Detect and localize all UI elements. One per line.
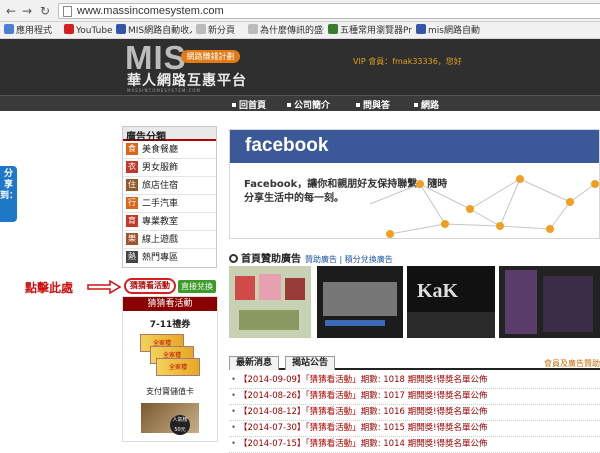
bookmark-article[interactable]: 為什麼傳訊的盛況... [248, 24, 324, 37]
list-item[interactable]: • 【2014-07-15】「猜猜看活動」期數: 1014 期開獎!得獎名單公佈 [229, 437, 600, 453]
ad-banner[interactable] [499, 266, 600, 338]
category-item-games[interactable]: 樂線上遊戲 [123, 231, 216, 249]
category-item-hot[interactable]: 熱熱門專區 [123, 249, 216, 267]
voucher-image: 全家禮 全家禮 全家禮 [140, 334, 200, 376]
card-label: 支付寶儲值卡 [146, 387, 194, 396]
list-item[interactable]: • 【2014-08-26】「猜猜看活動」期數: 1017 期開獎!得獎名單公佈 [229, 389, 600, 405]
social-network-illustration [369, 175, 599, 238]
site-domain: MASSINCOMESYSTEM.COM [127, 88, 201, 93]
car-icon: 行 [126, 197, 138, 209]
browser-toolbar: ← → ↻ www.massincomesystem.com [0, 0, 600, 22]
voucher-ticket: 全家禮 [156, 358, 200, 376]
menu-network[interactable]: 網路 [414, 98, 439, 111]
promo-title: 猜猜看活動 [123, 297, 217, 311]
bookmark-browsers[interactable]: 五種常用瀏覽器Pro... [328, 24, 412, 37]
menu-faq[interactable]: 問與答 [356, 98, 390, 111]
bookmark-apps[interactable]: 應用程式 [4, 24, 60, 37]
sponsor-header: 首頁贊助廣告 贊助廣告 | 積分兌換廣告 [229, 250, 393, 265]
click-here-callout: 點擊此處 [25, 281, 74, 295]
tab-latest-news[interactable]: 最新消息 [229, 356, 280, 370]
url-text: www.massincomesystem.com [77, 5, 224, 17]
category-item-cars[interactable]: 行二手汽車 [123, 195, 216, 213]
facebook-header-bar: facebook [230, 130, 599, 163]
guess-activity-panel[interactable]: 猜猜看活動 7-11禮券 全家禮 全家禮 全家禮 支付寶儲值卡 人氣榜 50元 [122, 296, 218, 442]
arrow-right-icon [87, 280, 122, 294]
ad-banner[interactable] [229, 266, 311, 338]
category-item-education[interactable]: 育專業教室 [123, 213, 216, 231]
voucher-label: 7-11禮券 [149, 320, 191, 330]
bookmarks-bar: 應用程式 YouTube MIS網路自動收入系... 新分頁 為什麼傳訊的盛況.… [0, 22, 600, 39]
sponsor-title: 首頁贊助廣告 [241, 254, 301, 265]
tab-announcements[interactable]: 揭站公告 [285, 356, 336, 370]
news-list: • 【2014-09-09】「猜猜看活動」期數: 1018 期開獎!得獎名單公佈 … [229, 373, 600, 453]
bookmark-mis-2[interactable]: mis網路自動 [416, 24, 486, 37]
logo-tag: 網路賺錢計劃 [181, 50, 240, 63]
ad-banner[interactable] [317, 266, 403, 338]
member-sponsor-note[interactable]: 會員及廣告贊助 [544, 358, 600, 369]
back-icon[interactable]: ← [4, 4, 18, 18]
hot-icon: 熱 [126, 251, 138, 263]
sponsor-icon [229, 254, 238, 263]
bookmark-youtube[interactable]: YouTube [64, 24, 114, 37]
category-item-hotel[interactable]: 住旅店住宿 [123, 177, 216, 195]
game-icon: 樂 [126, 233, 138, 245]
vip-greeting: VIP 會員：fmak33336，您好 [353, 57, 462, 66]
direct-exchange-button[interactable]: 直接兌換 [178, 280, 216, 293]
list-item[interactable]: • 【2014-09-09】「猜猜看活動」期數: 1018 期開獎!得獎名單公佈 [229, 373, 600, 389]
main-menu: 回首頁 公司簡介 問與答 網路 [0, 95, 600, 111]
news-tabs: 最新消息 揭站公告 會員及廣告贊助 [229, 356, 600, 370]
list-item[interactable]: • 【2014-08-12】「猜猜看活動」期數: 1016 期開獎!得獎名單公佈 [229, 405, 600, 421]
food-icon: 食 [126, 143, 138, 155]
menu-about[interactable]: 公司簡介 [287, 98, 330, 111]
category-box: 廣告分類 食美食餐廳 衣男女服飾 住旅店住宿 行二手汽車 育專業教室 樂線上遊戲… [122, 126, 217, 268]
category-title: 廣告分類 [123, 127, 216, 143]
education-icon: 育 [126, 215, 138, 227]
forward-icon[interactable]: → [20, 4, 34, 18]
reload-icon[interactable]: ↻ [38, 4, 52, 18]
sponsor-ads: KaK [229, 266, 600, 338]
menu-home[interactable]: 回首頁 [232, 98, 266, 111]
bookmark-mis[interactable]: MIS網路自動收入系... [116, 24, 192, 37]
hotel-icon: 住 [126, 179, 138, 191]
share-side-tab[interactable]: 分享到： [0, 166, 18, 222]
facebook-banner[interactable]: facebook Facebook，讓你和親朋好友保持聯繫，隨時 分享生活中的每… [229, 129, 600, 239]
page-icon [63, 6, 72, 17]
category-item-food[interactable]: 食美食餐廳 [123, 141, 216, 159]
category-item-clothing[interactable]: 衣男女服飾 [123, 159, 216, 177]
ad-banner[interactable]: KaK [407, 266, 495, 338]
bookmark-new-tab[interactable]: 新分頁 [196, 24, 244, 37]
facebook-logo: facebook [245, 135, 329, 156]
site-header: MIS 網路賺錢計劃 華人網路互惠平台 MASSINCOMESYSTEM.COM… [0, 39, 600, 95]
clothing-icon: 衣 [126, 161, 138, 173]
guess-activity-button[interactable]: 猜猜看活動 [124, 278, 176, 294]
sponsor-links[interactable]: 贊助廣告 | 積分兌換廣告 [305, 255, 393, 264]
popularity-badge: 人氣榜 50元 [170, 415, 190, 435]
list-item[interactable]: • 【2014-07-30】「猜猜看活動」期數: 1015 期開獎!得獎名單公佈 [229, 421, 600, 437]
address-bar[interactable]: www.massincomesystem.com [58, 3, 600, 19]
site-subtitle: 華人網路互惠平台 [127, 73, 247, 89]
